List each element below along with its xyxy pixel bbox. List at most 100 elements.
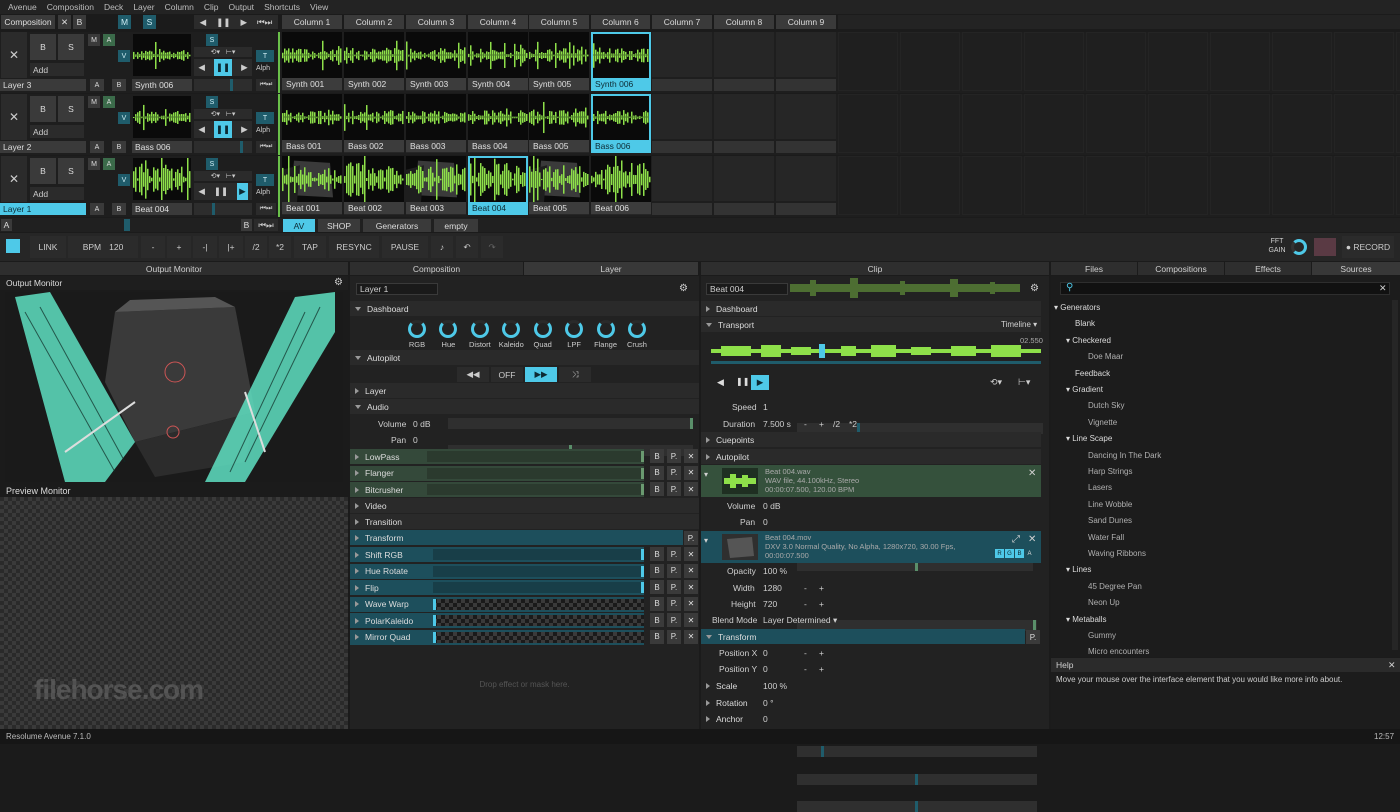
composition-button[interactable]: Composition: [1, 15, 55, 29]
clip-slot[interactable]: Bass 001: [282, 94, 342, 153]
bpm-double-button[interactable]: *2: [269, 236, 291, 258]
empty-clip-slot[interactable]: [714, 32, 774, 77]
clip-pan-value[interactable]: 0: [763, 517, 768, 527]
sources-search-input[interactable]: [1060, 282, 1390, 295]
beat-snap-icon[interactable]: ⊢▾: [1018, 377, 1030, 388]
play-icon[interactable]: ▶: [241, 62, 248, 73]
deck-b-button[interactable]: B: [241, 219, 252, 231]
empty-clip-slot[interactable]: [714, 94, 774, 139]
source-item[interactable]: Water Fall: [1088, 533, 1124, 542]
layer-solo-small-button[interactable]: S: [206, 34, 218, 46]
source-folder[interactable]: ▾ Line Scape: [1066, 434, 1112, 443]
composition-solo-button[interactable]: S: [143, 15, 156, 29]
source-item[interactable]: 45 Degree Pan: [1088, 582, 1142, 591]
layer-a-button[interactable]: A: [90, 79, 104, 91]
layer-layer-row[interactable]: Layer: [350, 383, 699, 398]
audio-effect-row[interactable]: Flanger: [350, 465, 644, 481]
resync-button[interactable]: RESYNC: [329, 236, 379, 258]
source-item[interactable]: Doe Maar: [1088, 352, 1123, 361]
source-item[interactable]: Dutch Sky: [1088, 401, 1124, 410]
menu-deck[interactable]: Deck: [102, 0, 131, 14]
empty-clip-slot[interactable]: [714, 156, 774, 201]
clip-slot[interactable]: Beat 002: [344, 156, 404, 215]
rgba-g-toggle[interactable]: G: [1005, 549, 1014, 558]
position-x-minus-button[interactable]: -: [804, 648, 807, 658]
menu-clip[interactable]: Clip: [202, 0, 227, 14]
video-effect-slider[interactable]: [433, 549, 644, 560]
scale-row[interactable]: Scale: [701, 678, 761, 693]
layer-opacity-slider[interactable]: [194, 203, 252, 215]
source-folder[interactable]: ▾ Checkered: [1066, 336, 1111, 345]
autopilot-previous-icon[interactable]: ◀◀: [457, 367, 489, 382]
dashboard-knob[interactable]: LPF: [559, 320, 589, 349]
skip-icon[interactable]: ⏮⏭: [257, 17, 272, 28]
audio-close-icon[interactable]: ✕: [1028, 468, 1036, 479]
dashboard-knob[interactable]: Distort: [465, 320, 495, 349]
deck-nav-icon[interactable]: ⏮⏭: [254, 219, 278, 231]
layer-opacity-slider[interactable]: [194, 79, 252, 91]
source-item[interactable]: Neon Up: [1088, 598, 1120, 607]
effect-param-button[interactable]: P.: [667, 482, 681, 496]
clip-slot[interactable]: Bass 003: [406, 94, 466, 153]
audio-effect-row[interactable]: LowPass: [350, 449, 644, 464]
expand-icon[interactable]: ▾: [704, 536, 708, 545]
layer-name-label[interactable]: Layer 2: [0, 141, 86, 153]
clip-slot[interactable]: Synth 001: [282, 32, 342, 91]
clip-slot[interactable]: Synth 004: [468, 32, 528, 91]
column-header-2[interactable]: Column 2: [344, 15, 404, 29]
slider-handle[interactable]: [641, 451, 644, 462]
clip-transform-param-button[interactable]: P.: [1026, 630, 1040, 644]
dashboard-knob[interactable]: Kaleido: [496, 320, 526, 349]
empty-clip-slot[interactable]: [776, 32, 836, 77]
pause-icon[interactable]: ❚❚: [213, 59, 233, 76]
layer-bypass-button[interactable]: B: [30, 96, 56, 122]
layer-video-row[interactable]: Video: [350, 498, 699, 513]
tab-composition[interactable]: Composition: [350, 262, 523, 275]
source-item[interactable]: Waving Ribbons: [1088, 549, 1146, 558]
redo-icon[interactable]: ↷: [481, 236, 503, 258]
height-value[interactable]: 720: [763, 599, 777, 609]
video-effect-slider[interactable]: [433, 631, 644, 643]
knob-dial-icon[interactable]: [502, 320, 521, 338]
layer-solo-button[interactable]: S: [58, 158, 84, 184]
cuepoints-row[interactable]: Cuepoints: [701, 432, 1041, 447]
source-folder[interactable]: ▾ Generators: [1054, 303, 1100, 312]
clip-pause-icon[interactable]: ❚❚: [736, 377, 749, 386]
effect-bypass-button[interactable]: B: [650, 613, 664, 627]
effect-remove-button[interactable]: ✕: [684, 629, 698, 644]
slider-handle[interactable]: [821, 746, 824, 757]
clip-slot[interactable]: Synth 003: [406, 32, 466, 91]
effect-remove-button[interactable]: ✕: [684, 613, 698, 627]
layer-transition-button[interactable]: T: [256, 50, 274, 62]
effect-bypass-button[interactable]: B: [650, 629, 664, 644]
effect-remove-button[interactable]: ✕: [684, 580, 698, 594]
source-item[interactable]: Vignette: [1088, 418, 1117, 427]
column-header-8[interactable]: Column 8: [714, 15, 774, 29]
column-header-7[interactable]: Column 7: [652, 15, 712, 29]
deck-a-button[interactable]: A: [1, 219, 12, 231]
tab-sources[interactable]: Sources: [1312, 262, 1400, 275]
layer-pan-value[interactable]: 0: [413, 435, 418, 445]
slider-handle[interactable]: [433, 631, 436, 643]
clip-slot[interactable]: Beat 004: [468, 156, 528, 215]
layer-mask-button[interactable]: M: [88, 158, 100, 170]
slider-handle[interactable]: [641, 565, 644, 577]
menu-composition[interactable]: Composition: [45, 0, 102, 14]
position-y-minus-button[interactable]: -: [804, 664, 807, 674]
clip-slot[interactable]: Synth 005: [529, 32, 589, 91]
tab-compositions[interactable]: Compositions: [1138, 262, 1224, 275]
column-header-3[interactable]: Column 3: [406, 15, 466, 29]
play-icon[interactable]: ▶: [237, 183, 248, 200]
audio-effect-row[interactable]: Bitcrusher: [350, 482, 644, 497]
layer-solo-button[interactable]: S: [58, 96, 84, 122]
layer-settings-gear-icon[interactable]: ⚙: [679, 283, 688, 294]
source-item[interactable]: Lasers: [1088, 483, 1112, 492]
expand-icon[interactable]: ▾: [704, 470, 708, 479]
clip-slot[interactable]: Synth 006: [591, 32, 651, 91]
layer-a-button[interactable]: A: [90, 203, 104, 215]
layer-bypass-button[interactable]: B: [30, 158, 56, 184]
slider-handle[interactable]: [641, 484, 644, 495]
autopilot-next-icon[interactable]: ▶▶: [525, 367, 557, 382]
video-effect-slider[interactable]: [433, 565, 644, 577]
dashboard-knob[interactable]: Crush: [622, 320, 652, 349]
